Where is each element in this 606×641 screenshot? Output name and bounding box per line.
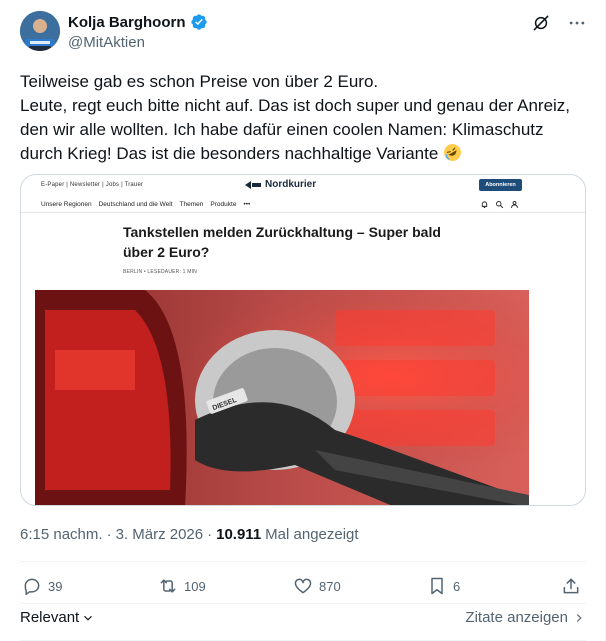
- share-icon: [563, 578, 579, 594]
- view-quotes-link[interactable]: Zitate anzeigen: [465, 609, 586, 626]
- action-bar: 39 109 870 6: [20, 576, 586, 598]
- site-nav-item: •••: [243, 201, 251, 208]
- site-nav-item: Themen: [179, 201, 204, 208]
- replies-header: Relevant Zitate anzeigen: [20, 609, 586, 629]
- link-preview-card[interactable]: E-Paper | Newsletter | Jobs | Trauer Nor…: [20, 174, 586, 506]
- views-label: Mal angezeigt: [265, 526, 359, 543]
- divider: [20, 603, 586, 604]
- like-count: 870: [319, 578, 341, 594]
- author-block: Kolja Barghoorn @MitAktien: [68, 12, 208, 51]
- chevron-right-icon: [576, 613, 582, 622]
- article-photo: DIESEL: [35, 290, 529, 505]
- grok-icon[interactable]: [531, 13, 551, 33]
- repost-icon: [160, 579, 176, 593]
- site-logo: Nordkurier: [245, 179, 316, 190]
- subscribe-button: Abonnieren: [479, 179, 522, 191]
- site-nav-item: Produkte: [210, 201, 237, 208]
- tweet-meta: 6:15 nachm. · 3. März 2026 · 10.911 Mal …: [20, 526, 359, 543]
- share-button[interactable]: [561, 576, 581, 596]
- site-nav-item: Unsere Regionen: [41, 201, 92, 208]
- author-handle[interactable]: @MitAktien: [68, 34, 208, 51]
- bell-icon: [481, 201, 488, 208]
- header-actions: [531, 13, 587, 33]
- site-nav-item: Deutschland und die Welt: [98, 201, 173, 208]
- rolling-on-floor-laughing-emoji: [444, 144, 462, 161]
- heart-icon: [294, 578, 312, 594]
- site-topbar: E-Paper | Newsletter | Jobs | Trauer Nor…: [21, 175, 585, 195]
- search-icon: [496, 201, 504, 209]
- nordkurier-logo-icon: [245, 180, 261, 189]
- quotes-label: Zitate anzeigen: [465, 609, 568, 626]
- bookmark-count: 6: [453, 578, 461, 594]
- avatar[interactable]: [20, 11, 60, 51]
- user-icon: [511, 201, 518, 208]
- bookmark-icon: [431, 577, 443, 595]
- verified-badge-icon: [190, 14, 207, 30]
- like-button[interactable]: 870: [293, 576, 341, 596]
- reply-count: 39: [48, 578, 63, 594]
- reply-button[interactable]: 39: [22, 576, 62, 596]
- site-nav: Unsere Regionen Deutschland und die Welt…: [21, 197, 585, 213]
- divider: [20, 561, 586, 562]
- site-top-links: E-Paper | Newsletter | Jobs | Trauer: [41, 182, 144, 188]
- tweet-body: Teilweise gab es schon Preise von über 2…: [20, 72, 571, 163]
- tweet-container: Kolja Barghoorn @MitAktien Teilweise gab…: [0, 0, 606, 641]
- reply-icon: [24, 578, 40, 596]
- tweet-time[interactable]: 6:15 nachm.: [20, 526, 103, 543]
- tweet-text: Teilweise gab es schon Preise von über 2…: [20, 70, 590, 166]
- sort-dropdown[interactable]: Relevant: [20, 609, 95, 626]
- repost-count: 109: [184, 578, 206, 594]
- chevron-down-icon: [84, 615, 93, 621]
- meta-separator: ·: [106, 526, 112, 543]
- bookmark-button[interactable]: 6: [427, 576, 460, 596]
- site-name: Nordkurier: [265, 179, 317, 190]
- views-count: 10.911: [216, 526, 262, 543]
- article-dateline: BERLIN • LESEDAUER: 1 MIN: [123, 269, 197, 275]
- sort-label: Relevant: [20, 609, 80, 626]
- repost-button[interactable]: 109: [158, 576, 206, 596]
- more-options-icon[interactable]: [567, 13, 587, 33]
- article-headline: Tankstellen melden Zurückhaltung – Super…: [123, 224, 441, 260]
- author-name[interactable]: Kolja Barghoorn: [68, 14, 186, 31]
- meta-separator: ·: [207, 526, 213, 543]
- tweet-date[interactable]: 3. März 2026: [116, 526, 204, 543]
